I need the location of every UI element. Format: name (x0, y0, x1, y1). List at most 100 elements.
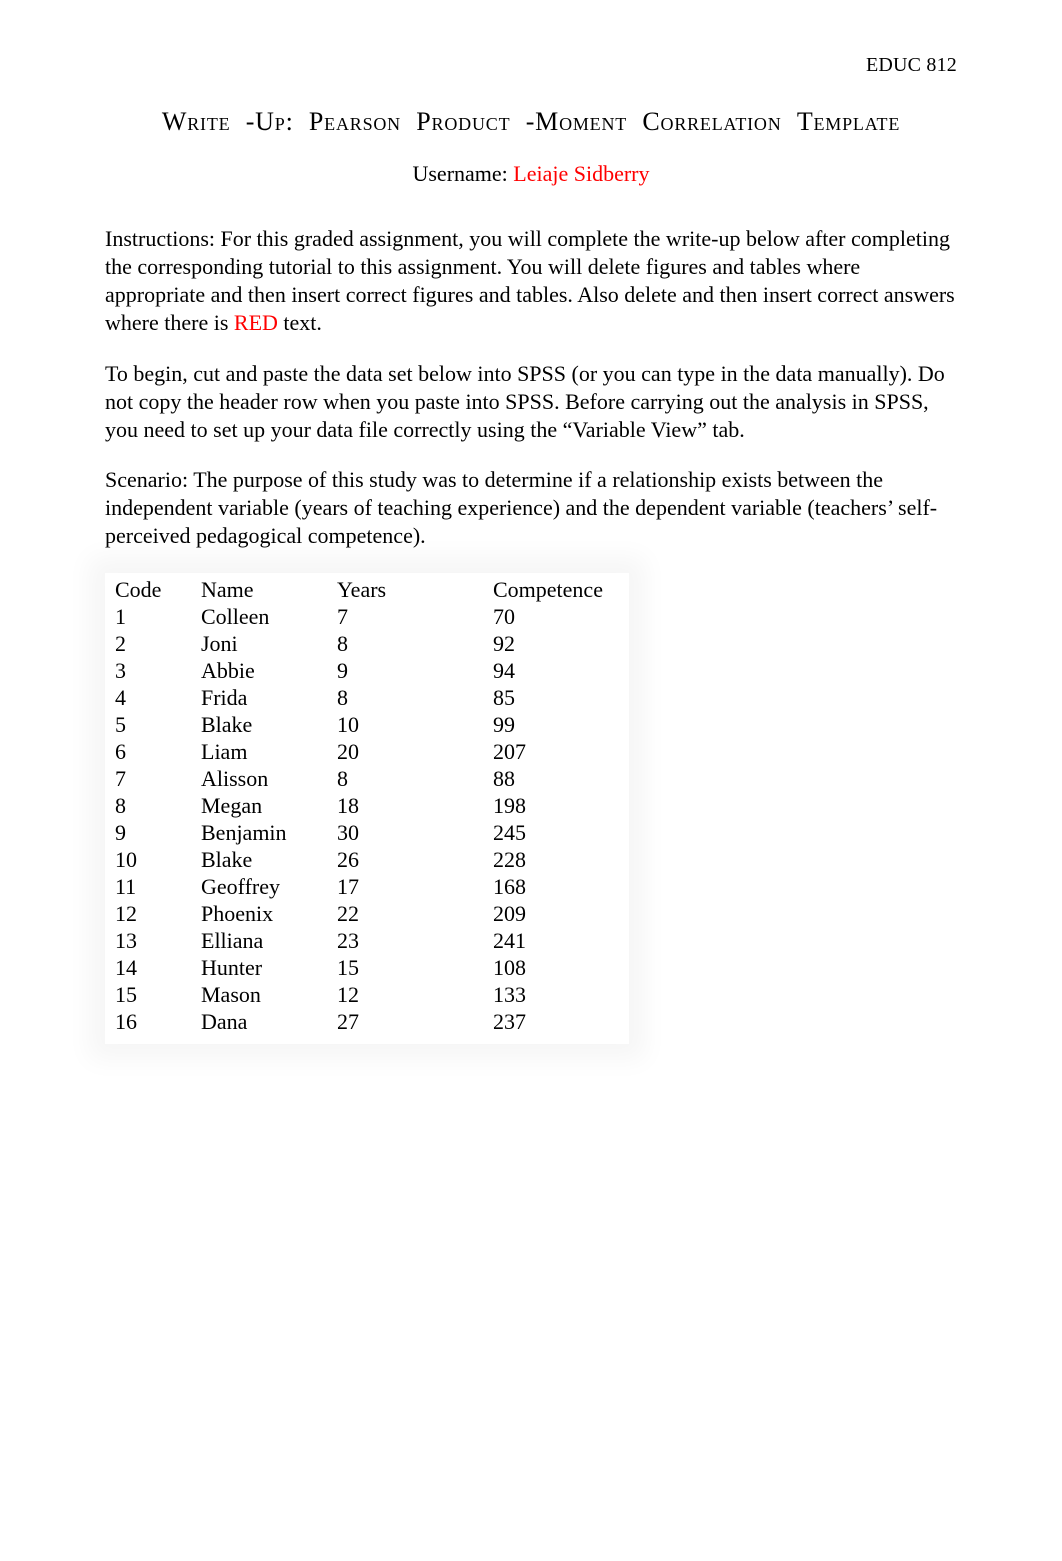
table-header-years: Years (329, 577, 485, 604)
scenario-label: Scenario: (105, 467, 193, 492)
table-cell-name: Elliana (193, 928, 329, 955)
table-cell-competence: 228 (485, 847, 621, 874)
table-header-competence: Competence (485, 577, 621, 604)
table-cell-name: Liam (193, 739, 329, 766)
table-cell-code: 6 (107, 739, 193, 766)
table-cell-years: 23 (329, 928, 485, 955)
instructions-label: Instructions: (105, 226, 221, 251)
table-cell-name: Blake (193, 712, 329, 739)
table-cell-years: 9 (329, 658, 485, 685)
table-row: 5Blake1099 (107, 712, 621, 739)
table-row: 10Blake26228 (107, 847, 621, 874)
username-label: Username: (412, 161, 513, 186)
table-cell-code: 1 (107, 604, 193, 631)
table-cell-code: 3 (107, 658, 193, 685)
table-cell-competence: 207 (485, 739, 621, 766)
table-cell-name: Alisson (193, 766, 329, 793)
instructions-text-after: text. (278, 310, 322, 335)
data-table: Code Name Years Competence 1Colleen7702J… (107, 577, 621, 1036)
table-cell-years: 30 (329, 820, 485, 847)
table-cell-competence: 133 (485, 982, 621, 1009)
data-table-wrap: Code Name Years Competence 1Colleen7702J… (105, 573, 629, 1044)
table-cell-name: Benjamin (193, 820, 329, 847)
table-cell-name: Megan (193, 793, 329, 820)
table-cell-competence: 94 (485, 658, 621, 685)
table-cell-years: 7 (329, 604, 485, 631)
table-cell-years: 12 (329, 982, 485, 1009)
document-title: Write -Up: Pearson Product -Moment Corre… (105, 107, 957, 137)
table-row: 13Elliana23241 (107, 928, 621, 955)
table-cell-competence: 245 (485, 820, 621, 847)
table-cell-name: Colleen (193, 604, 329, 631)
instructions-paragraph: Instructions: For this graded assignment… (105, 225, 957, 338)
title-word-5: Correlation (642, 107, 781, 137)
table-cell-years: 8 (329, 685, 485, 712)
table-row: 16Dana27237 (107, 1009, 621, 1036)
table-cell-code: 13 (107, 928, 193, 955)
table-row: 6Liam20207 (107, 739, 621, 766)
table-row: 12Phoenix22209 (107, 901, 621, 928)
table-cell-name: Joni (193, 631, 329, 658)
title-word-0: Write (162, 107, 231, 137)
table-cell-code: 12 (107, 901, 193, 928)
table-row: 7Alisson888 (107, 766, 621, 793)
table-cell-competence: 70 (485, 604, 621, 631)
table-cell-code: 2 (107, 631, 193, 658)
table-cell-competence: 92 (485, 631, 621, 658)
table-cell-code: 8 (107, 793, 193, 820)
title-word-2: Pearson (309, 107, 401, 137)
table-cell-name: Abbie (193, 658, 329, 685)
table-cell-years: 18 (329, 793, 485, 820)
table-cell-code: 7 (107, 766, 193, 793)
scenario-paragraph: Scenario: The purpose of this study was … (105, 466, 957, 550)
document-page: EDUC 812 Write -Up: Pearson Product -Mom… (0, 0, 1062, 1561)
table-cell-code: 4 (107, 685, 193, 712)
table-cell-code: 16 (107, 1009, 193, 1036)
table-cell-name: Dana (193, 1009, 329, 1036)
table-row: 4Frida885 (107, 685, 621, 712)
course-header: EDUC 812 (105, 54, 957, 77)
table-row: 11Geoffrey17168 (107, 874, 621, 901)
table-cell-competence: 209 (485, 901, 621, 928)
table-header-name: Name (193, 577, 329, 604)
table-row: 1Colleen770 (107, 604, 621, 631)
instructions-red-word: RED (234, 310, 278, 335)
table-cell-competence: 198 (485, 793, 621, 820)
data-table-body: 1Colleen7702Joni8923Abbie9944Frida8855Bl… (107, 604, 621, 1036)
scenario-text: The purpose of this study was to determi… (105, 467, 937, 548)
table-cell-code: 14 (107, 955, 193, 982)
table-cell-years: 27 (329, 1009, 485, 1036)
title-word-4: -Moment (526, 107, 627, 137)
table-cell-competence: 88 (485, 766, 621, 793)
data-table-head: Code Name Years Competence (107, 577, 621, 604)
table-row: 9Benjamin30245 (107, 820, 621, 847)
table-row: 15Mason12133 (107, 982, 621, 1009)
table-cell-name: Mason (193, 982, 329, 1009)
table-cell-code: 9 (107, 820, 193, 847)
table-cell-name: Hunter (193, 955, 329, 982)
table-header-row: Code Name Years Competence (107, 577, 621, 604)
table-header-code: Code (107, 577, 193, 604)
table-cell-competence: 108 (485, 955, 621, 982)
username-value: Leiaje Sidberry (513, 161, 649, 186)
table-cell-name: Frida (193, 685, 329, 712)
table-cell-competence: 237 (485, 1009, 621, 1036)
table-row: 2Joni892 (107, 631, 621, 658)
table-cell-competence: 241 (485, 928, 621, 955)
title-word-3: Product (416, 107, 510, 137)
title-word-6: Template (797, 107, 900, 137)
table-cell-competence: 99 (485, 712, 621, 739)
table-cell-years: 20 (329, 739, 485, 766)
instructions-text-before: For this graded assignment, you will com… (105, 226, 955, 335)
table-cell-code: 5 (107, 712, 193, 739)
table-cell-years: 8 (329, 766, 485, 793)
table-cell-code: 11 (107, 874, 193, 901)
table-cell-years: 22 (329, 901, 485, 928)
table-row: 14Hunter15108 (107, 955, 621, 982)
table-cell-name: Phoenix (193, 901, 329, 928)
table-cell-years: 17 (329, 874, 485, 901)
table-row: 3Abbie994 (107, 658, 621, 685)
table-cell-code: 15 (107, 982, 193, 1009)
table-cell-years: 8 (329, 631, 485, 658)
table-cell-competence: 168 (485, 874, 621, 901)
